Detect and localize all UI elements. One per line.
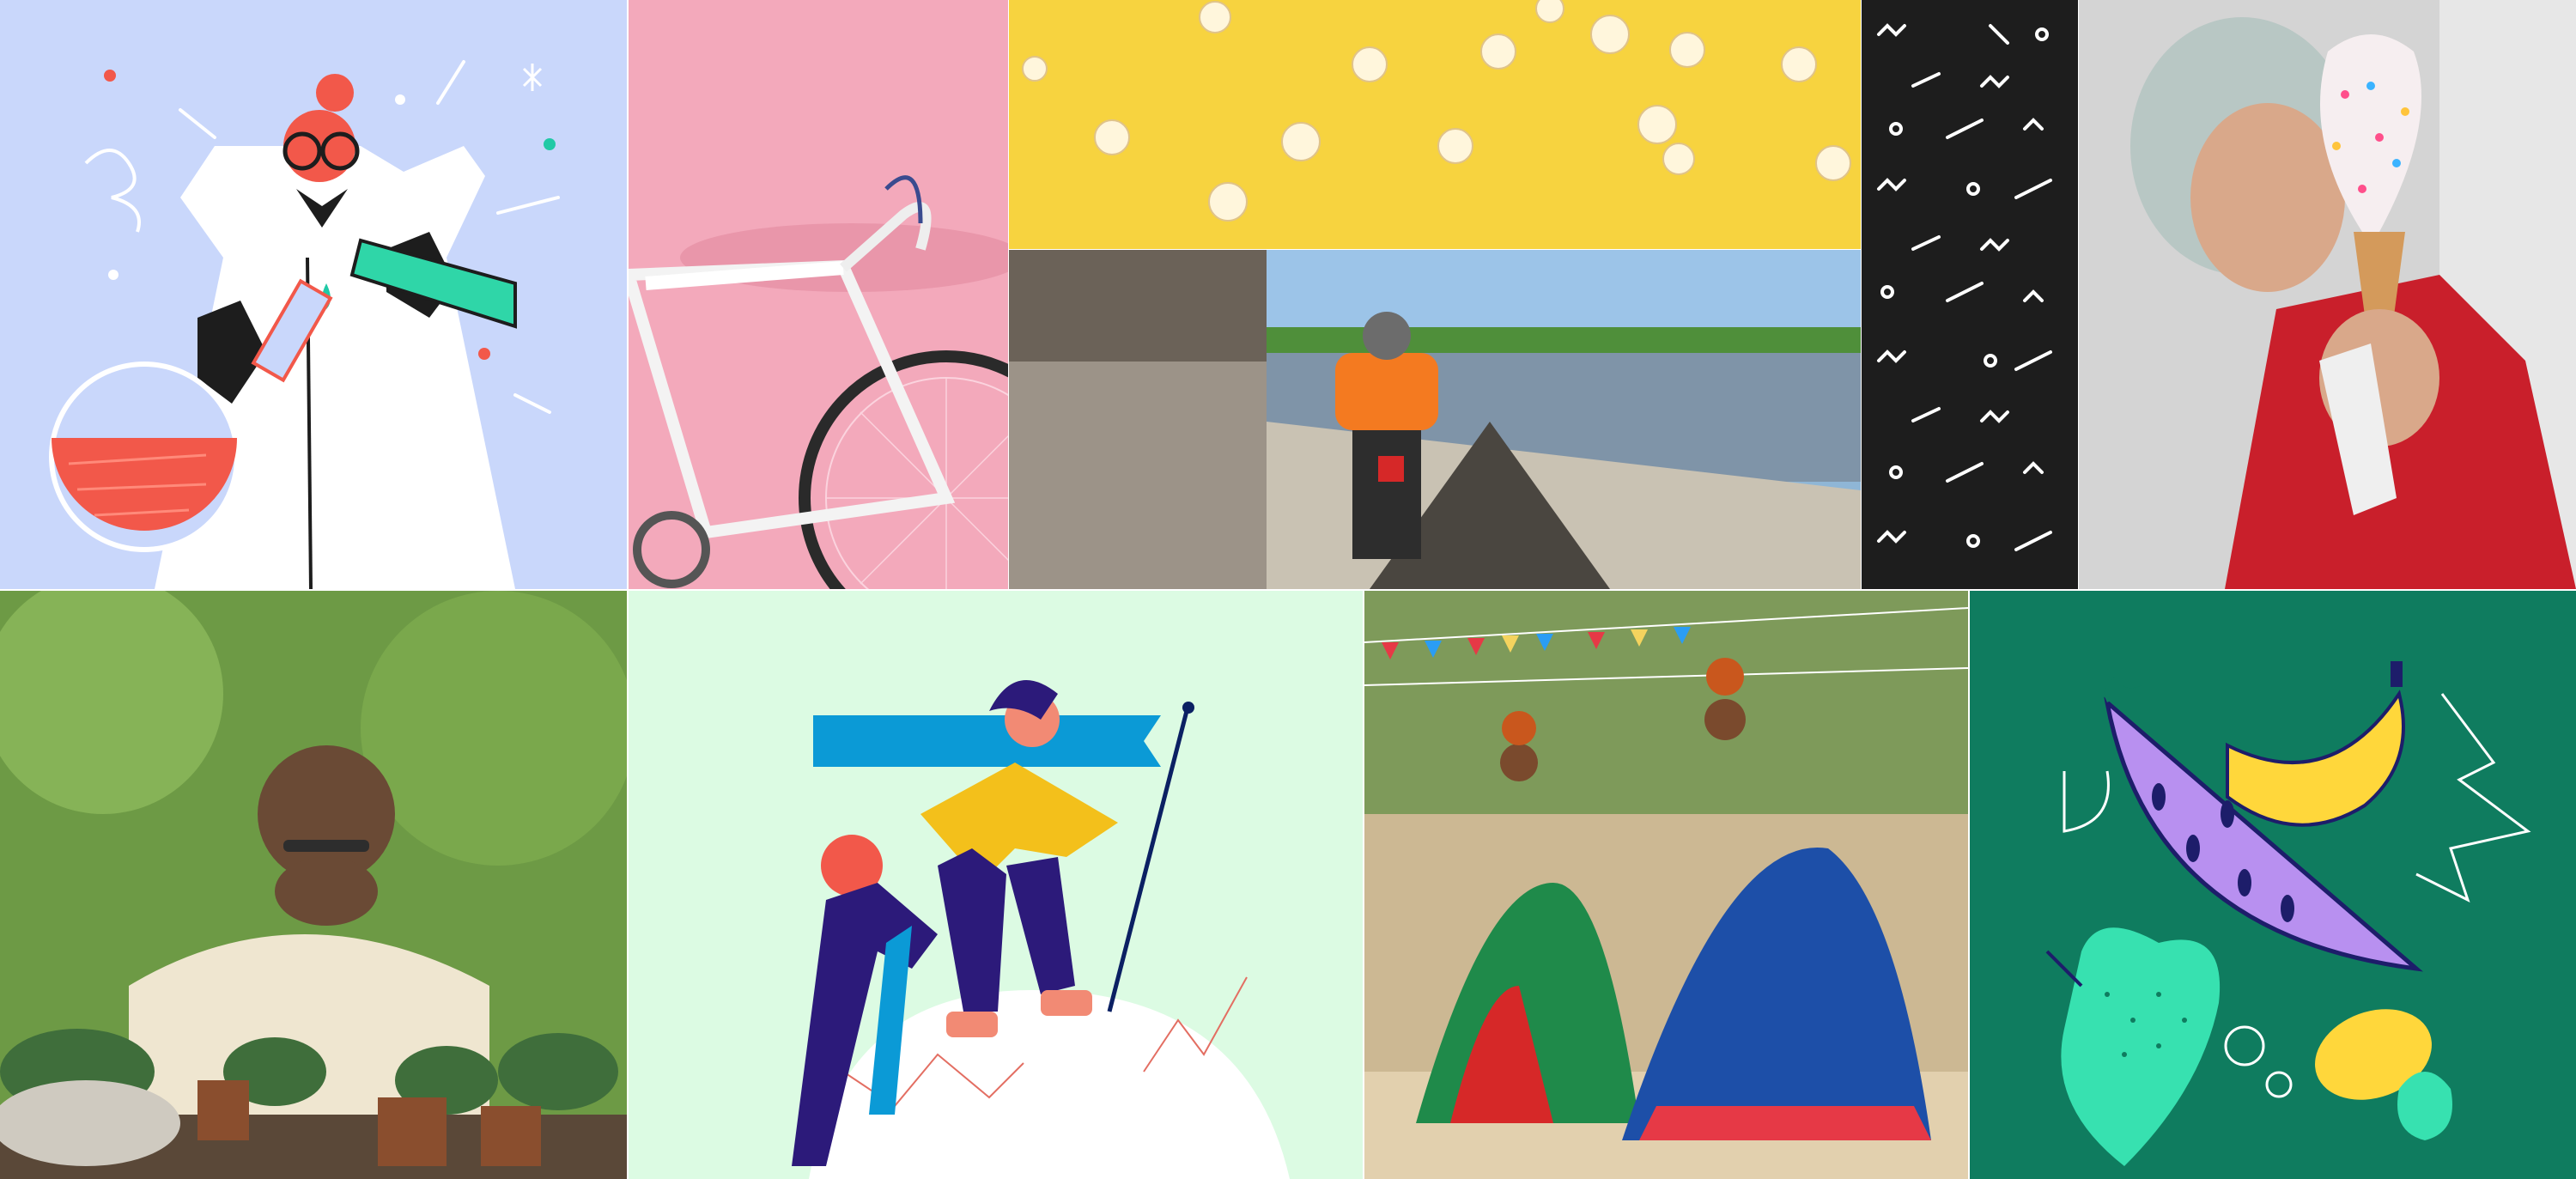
- scientist-illustration-tile: [0, 0, 627, 589]
- fruit-illustration-tile: [1970, 591, 2576, 1179]
- folk-dancers-photo: [1364, 591, 1968, 1179]
- popcorn-photo-tile: [1009, 0, 1861, 249]
- fruit-illustration: [1970, 591, 2576, 1179]
- hikers-illustration-tile: [629, 591, 1363, 1179]
- hikers-illustration: [629, 591, 1363, 1179]
- gardener-photo: [0, 591, 627, 1179]
- folk-dancers-photo-tile: [1364, 591, 1968, 1179]
- ice-cream-photo: [2079, 0, 2576, 589]
- bicycle-photo: [629, 0, 1008, 589]
- squiggle-pattern-tile: [1862, 0, 2078, 589]
- gardener-photo-tile: [0, 591, 627, 1179]
- bicycle-photo-tile: [629, 0, 1008, 589]
- motorbike-promenade-photo: [1009, 250, 1861, 589]
- popcorn-photo: [1009, 0, 1861, 249]
- squiggle-pattern: [1862, 0, 2078, 589]
- ice-cream-photo-tile: [2079, 0, 2576, 589]
- scientist-illustration: [49, 60, 560, 589]
- motorbike-promenade-photo-tile: [1009, 250, 1861, 589]
